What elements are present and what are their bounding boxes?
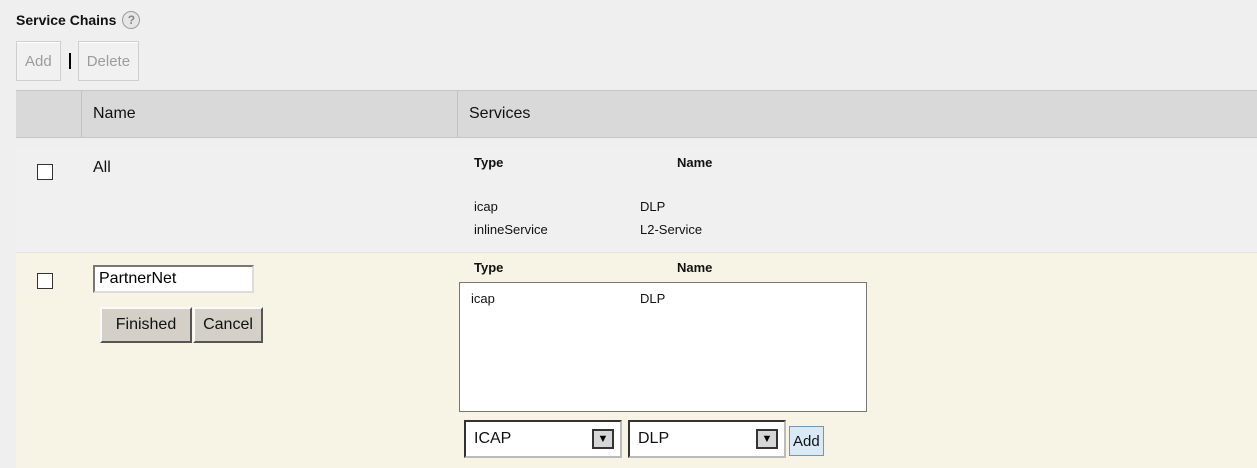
services-type-header: Type bbox=[474, 260, 504, 275]
add-button[interactable]: Add bbox=[16, 41, 61, 81]
chevron-down-icon[interactable]: ▼ bbox=[592, 429, 614, 449]
service-type-select[interactable]: ICAP ▼ bbox=[464, 420, 622, 458]
column-header-name[interactable]: Name bbox=[93, 91, 136, 137]
service-name[interactable]: DLP bbox=[640, 291, 665, 306]
finished-button[interactable]: Finished bbox=[100, 307, 192, 343]
row-checkbox[interactable] bbox=[37, 164, 53, 180]
add-service-button[interactable]: Add bbox=[789, 426, 824, 456]
service-type-select-value: ICAP bbox=[474, 430, 512, 447]
row-checkbox[interactable] bbox=[37, 273, 53, 289]
table-header: Name Services bbox=[16, 90, 1257, 138]
service-chains-table: Name Services All Type Name icap DLP inl… bbox=[16, 90, 1257, 468]
question-mark-icon[interactable]: ? bbox=[122, 11, 141, 29]
service-name-select-value: DLP bbox=[638, 430, 670, 447]
service-name-select[interactable]: DLP ▼ bbox=[628, 420, 786, 458]
chain-name-input[interactable] bbox=[93, 265, 254, 293]
service-type[interactable]: icap bbox=[471, 291, 495, 306]
service-name: L2-Service bbox=[640, 222, 703, 237]
table-row: All Type Name icap DLP inlineService L2-… bbox=[16, 146, 1257, 253]
services-type-header: Type bbox=[474, 155, 504, 170]
services-name-header: Name bbox=[677, 260, 713, 275]
toolbar: Add Delete bbox=[16, 41, 140, 81]
delete-button[interactable]: Delete bbox=[77, 41, 140, 81]
service-type: icap bbox=[474, 199, 498, 214]
header-divider bbox=[81, 91, 82, 137]
page-header: Service Chains ? bbox=[16, 11, 141, 29]
header-divider bbox=[457, 91, 458, 137]
table-row-editing: Finished Cancel Type Name icap DLP ICAP … bbox=[16, 253, 1257, 468]
services-listbox[interactable]: icap DLP bbox=[459, 282, 867, 412]
service-name: DLP bbox=[640, 199, 666, 214]
page-title: Service Chains bbox=[16, 12, 117, 28]
service-type: inlineService bbox=[474, 222, 548, 237]
chevron-down-icon[interactable]: ▼ bbox=[756, 429, 778, 449]
chain-name: All bbox=[93, 159, 111, 176]
services-name-header: Name bbox=[677, 155, 713, 170]
column-header-services[interactable]: Services bbox=[469, 91, 530, 137]
cancel-button[interactable]: Cancel bbox=[193, 307, 263, 343]
toolbar-divider bbox=[68, 53, 71, 69]
